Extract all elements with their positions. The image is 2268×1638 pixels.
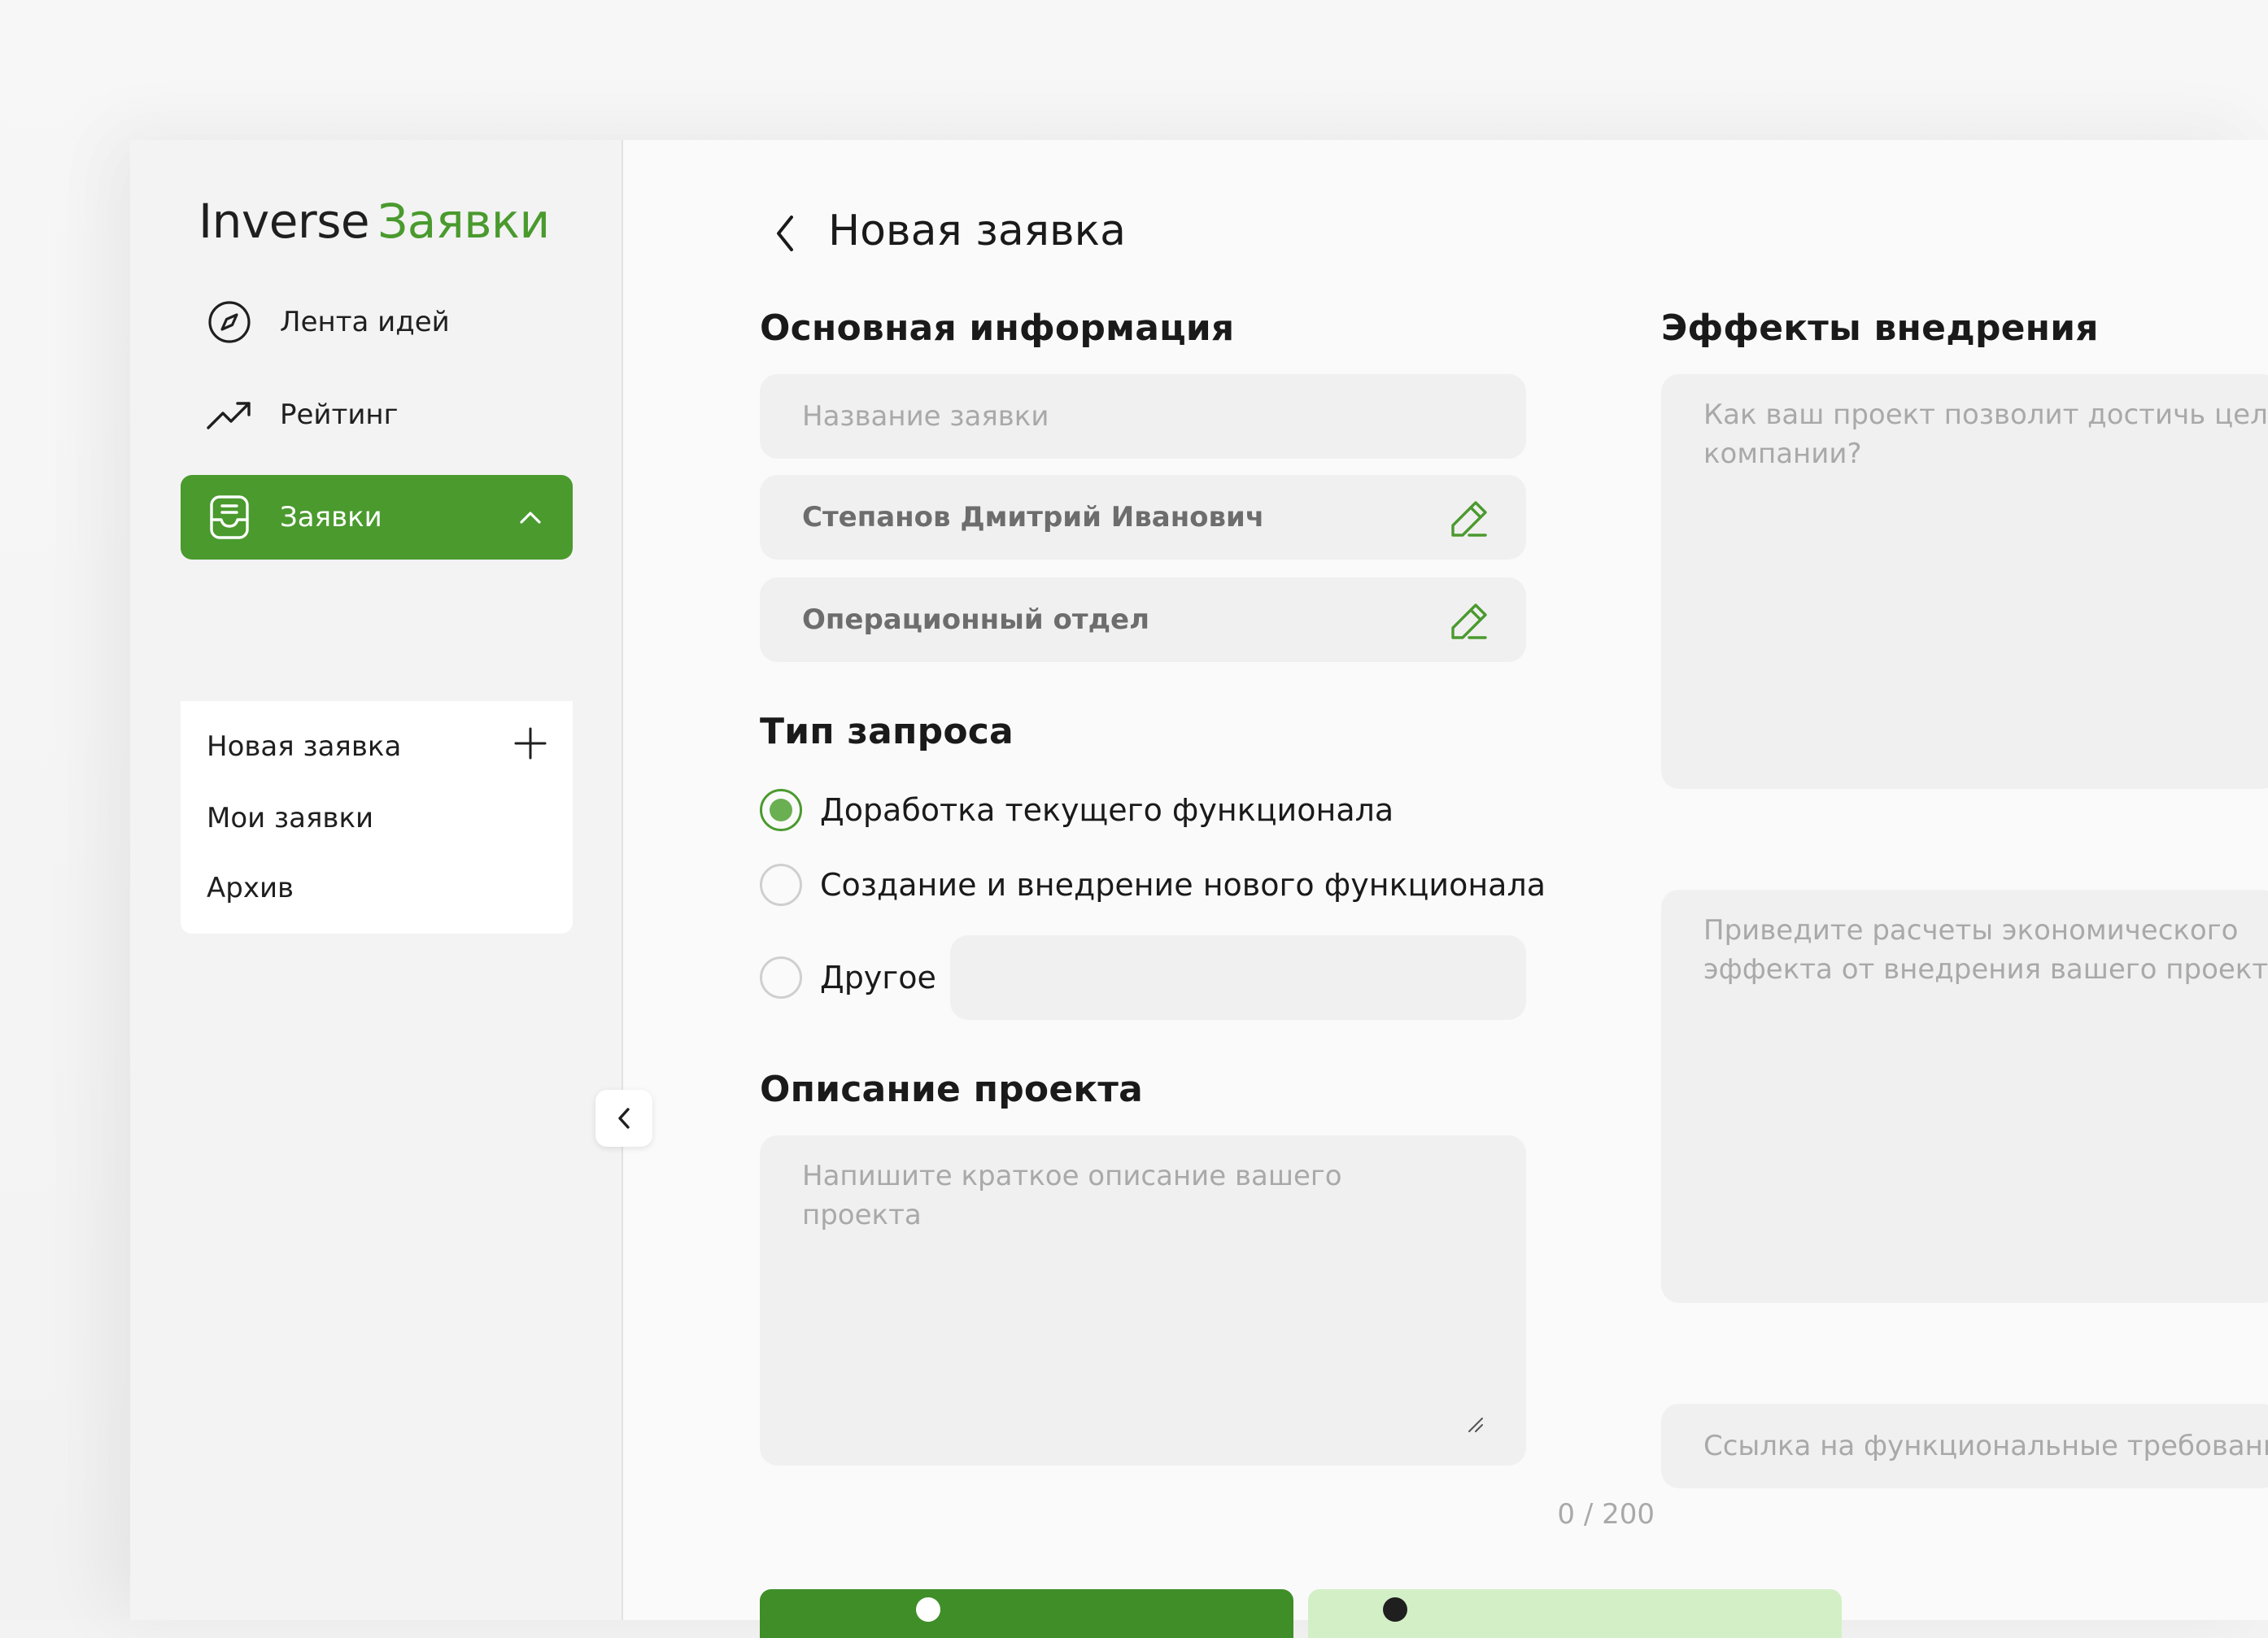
chevron-left-icon — [618, 1108, 630, 1129]
request-name-placeholder: Название заявки — [802, 400, 1049, 433]
request-name-input[interactable]: Название заявки — [760, 374, 1526, 459]
plus-icon[interactable] — [512, 725, 548, 761]
radio-option-improve-existing[interactable]: Доработка текущего функционала — [760, 789, 1394, 831]
secondary-button[interactable] — [1308, 1589, 1842, 1638]
inbox-icon — [205, 493, 254, 542]
edit-pencil-icon[interactable] — [1448, 498, 1490, 540]
radio-label: Другое — [820, 960, 936, 995]
radio-label: Создание и внедрение нового функционала — [820, 867, 1546, 903]
sidebar: Inverse Заявки Лента идей Рейтинг Заявки… — [130, 140, 623, 1620]
company-goal-textarea[interactable]: Как ваш проект позволит достичь цели ком… — [1661, 374, 2268, 789]
button-icon — [916, 1597, 940, 1622]
department-value: Операционный отдел — [802, 603, 1149, 636]
logo-text-zayavki: Заявки — [377, 194, 550, 249]
sidebar-item-ideas-feed[interactable]: Лента идей — [181, 280, 573, 364]
chevron-left-icon — [777, 216, 793, 251]
department-field: Операционный отдел — [760, 577, 1526, 662]
submenu-item-archive[interactable]: Архив — [207, 872, 294, 904]
edit-pencil-icon[interactable] — [1448, 600, 1490, 643]
resize-handle-icon[interactable] — [1464, 1414, 1484, 1433]
sidebar-collapse-button[interactable] — [595, 1090, 652, 1147]
section-title-basic-info: Основная информация — [760, 307, 1235, 349]
logo-text-inverse: Inverse — [198, 194, 370, 249]
author-value: Степанов Дмитрий Иванович — [802, 501, 1265, 534]
chevron-up-icon[interactable] — [517, 504, 543, 530]
compass-icon — [205, 298, 254, 346]
company-goal-placeholder: Как ваш проект позволит достичь цели ком… — [1703, 399, 2268, 470]
economic-effect-textarea[interactable]: Приведите расчеты экономического эффекта… — [1661, 890, 2268, 1303]
trending-up-icon — [205, 390, 254, 439]
radio-option-create-new[interactable]: Создание и внедрение нового функционала — [760, 864, 1546, 906]
page-title: Новая заявка — [828, 207, 1126, 255]
section-title-effects: Эффекты внедрения — [1661, 307, 2099, 349]
radio-button[interactable] — [760, 956, 802, 999]
submit-button[interactable] — [760, 1589, 1293, 1638]
sidebar-item-requests[interactable]: Заявки — [181, 475, 573, 560]
radio-option-other[interactable]: Другое — [760, 956, 936, 999]
author-field: Степанов Дмитрий Иванович — [760, 475, 1526, 560]
section-title-request-type: Тип запроса — [760, 711, 1014, 752]
requirements-link-input[interactable]: Ссылка на функциональные требования — [1661, 1404, 2268, 1488]
back-button[interactable] — [763, 211, 807, 255]
section-title-description: Описание проекта — [760, 1069, 1144, 1110]
button-icon — [1383, 1597, 1407, 1622]
sidebar-item-label: Рейтинг — [280, 399, 399, 431]
radio-button[interactable] — [760, 864, 802, 906]
requests-submenu: Новая заявка Мои заявки Архив — [181, 701, 573, 934]
other-type-input[interactable] — [950, 935, 1526, 1020]
app-logo[interactable]: Inverse Заявки — [198, 194, 550, 249]
sidebar-item-label: Заявки — [280, 501, 382, 534]
app-window: Inverse Заявки Лента идей Рейтинг Заявки… — [130, 140, 2268, 1638]
character-counter: 0 / 200 — [1557, 1498, 1655, 1531]
sidebar-item-label: Лента идей — [280, 306, 450, 338]
description-textarea[interactable]: Напишите краткое описание вашего проекта — [760, 1135, 1526, 1466]
economic-effect-placeholder: Приведите расчеты экономического эффекта… — [1703, 914, 2268, 986]
radio-label: Доработка текущего функционала — [820, 792, 1394, 828]
sidebar-item-rating[interactable]: Рейтинг — [181, 372, 573, 457]
submenu-item-my-requests[interactable]: Мои заявки — [207, 802, 373, 834]
description-placeholder: Напишите краткое описание вашего проекта — [802, 1160, 1342, 1231]
radio-button-checked[interactable] — [760, 789, 802, 831]
requirements-link-placeholder: Ссылка на функциональные требования — [1703, 1430, 2268, 1462]
submenu-item-new-request[interactable]: Новая заявка — [207, 730, 401, 763]
